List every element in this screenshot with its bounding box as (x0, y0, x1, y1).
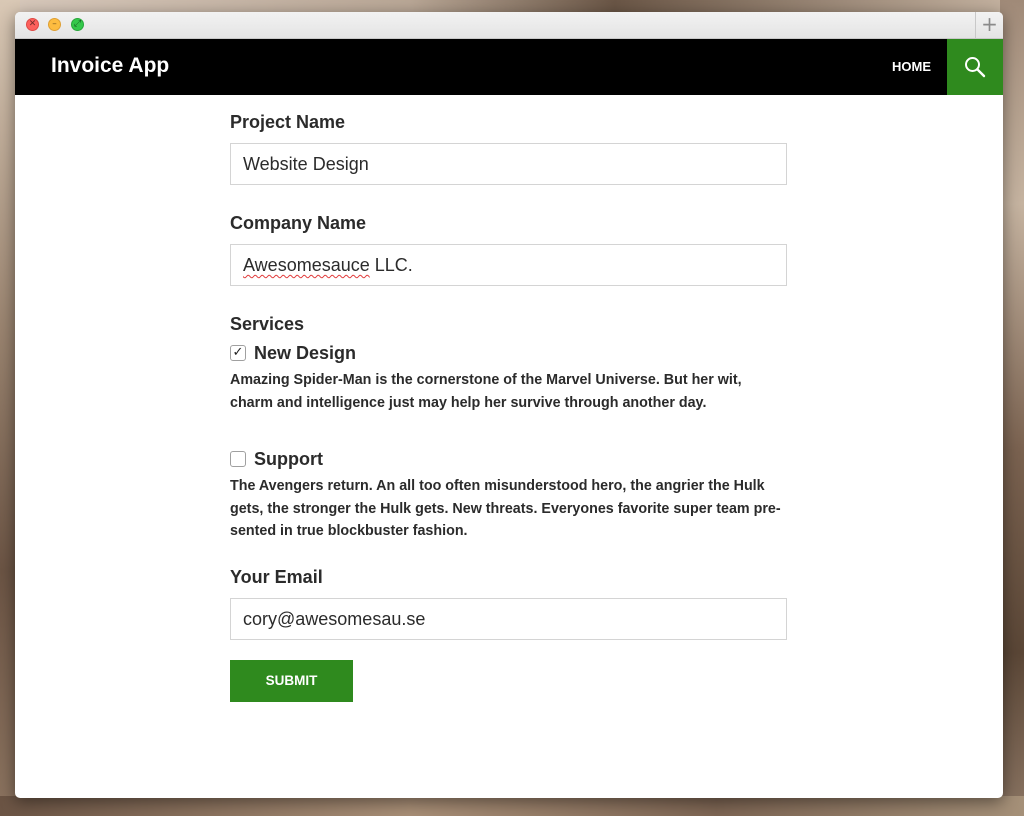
top-navbar: Invoice App HOME (15, 39, 1003, 95)
spellcheck-word: Awesomesauce (243, 255, 370, 275)
support-title[interactable]: Support (254, 449, 323, 470)
email-label: Your Email (230, 566, 323, 587)
minimize-icon: – (52, 19, 57, 29)
service-new-design: ✓ New Design Amazing Spider-Man is the c… (230, 341, 788, 414)
services-label: Services (230, 314, 305, 334)
service-support: Support The Avengers return. An all too … (230, 447, 788, 543)
minimize-window-button[interactable]: – (48, 18, 61, 31)
search-icon (965, 57, 986, 78)
browser-window: ✕ – ⤢ + Invoice App HOME Project Name We… (15, 12, 1003, 798)
zoom-window-button[interactable]: ⤢ (71, 18, 84, 31)
new-tab-button[interactable]: + (975, 12, 1003, 39)
service-new-design-header: ✓ New Design (230, 341, 788, 365)
app-brand[interactable]: Invoice App (51, 54, 169, 78)
close-icon: ✕ (28, 19, 37, 29)
desktop-wallpaper-bottom (0, 796, 1024, 816)
support-description: The Avengers return. An all too often mi… (230, 478, 781, 539)
company-name-label: Company Name (230, 213, 367, 233)
service-support-header: Support (230, 447, 788, 471)
support-checkbox[interactable] (230, 451, 246, 467)
new-design-title[interactable]: New Design (254, 343, 356, 364)
search-button[interactable] (947, 39, 1003, 95)
company-name-input[interactable]: Awesomesauce LLC. (230, 244, 787, 286)
nav-home-link[interactable]: HOME (892, 59, 931, 74)
project-name-input[interactable]: Website Design (230, 143, 787, 185)
close-window-button[interactable]: ✕ (26, 18, 39, 31)
company-name-rest: LLC. (369, 255, 413, 275)
desktop-wallpaper-right (1000, 0, 1024, 816)
new-design-checkbox[interactable]: ✓ (230, 345, 246, 361)
email-input[interactable]: cory@awesomesau.se (230, 597, 787, 640)
new-design-description: Amazing Spider-Man is the cornerstone of… (230, 372, 742, 411)
fullscreen-icon: ⤢ (73, 19, 82, 29)
submit-button[interactable]: SUBMIT (230, 659, 353, 702)
title-bar: ✕ – ⤢ + (15, 12, 1003, 39)
invoice-form: Project Name Website Design Company Name… (230, 112, 788, 702)
project-name-label: Project Name (230, 112, 346, 132)
